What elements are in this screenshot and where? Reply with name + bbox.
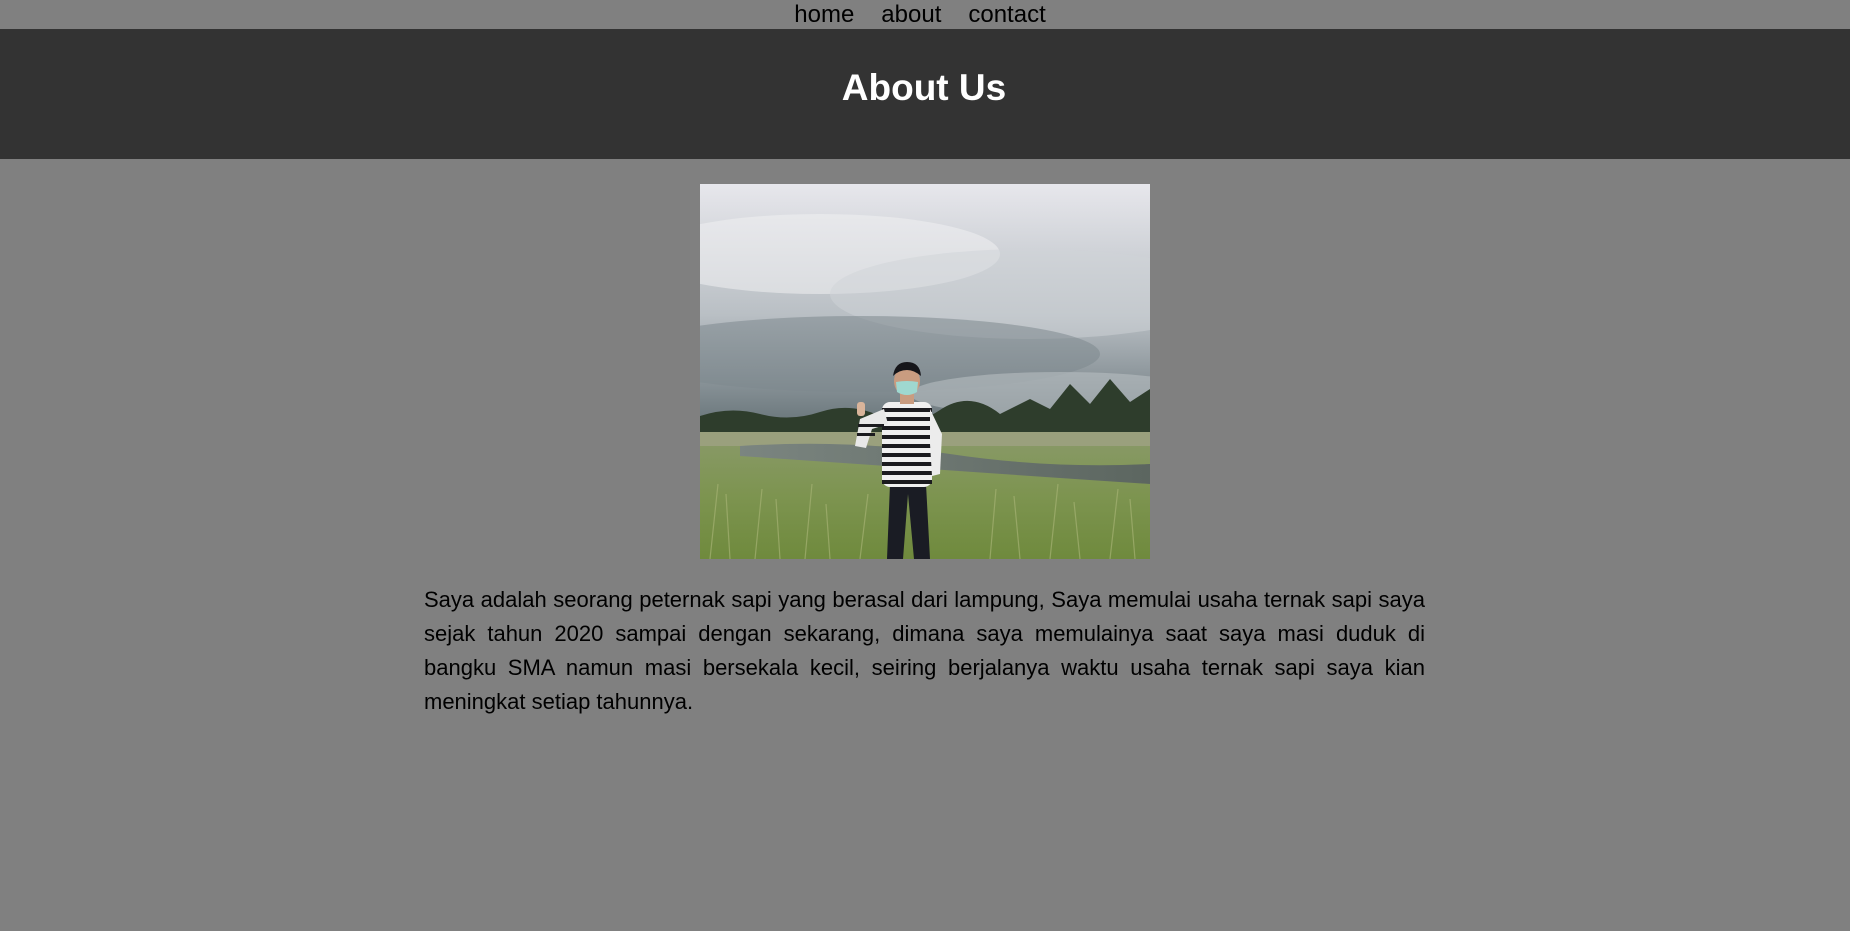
nav-link-about[interactable]: about (881, 0, 941, 29)
nav-list: home about contact (794, 0, 1046, 29)
about-description: Saya adalah seorang peternak sapi yang b… (424, 587, 1425, 714)
page-title: About Us (841, 67, 1007, 108)
hero-banner: About Us (0, 29, 1850, 159)
nav-item-about: about (881, 0, 941, 29)
nav-item-home: home (794, 0, 854, 29)
page: home about contact About Us Saya adalah … (0, 0, 1850, 932)
nav-item-contact: contact (968, 0, 1045, 29)
nav-link-contact[interactable]: contact (968, 0, 1045, 29)
top-navigation: home about contact (0, 0, 1850, 29)
nav-link-home[interactable]: home (794, 0, 854, 29)
profile-photo-illustration (700, 184, 1150, 559)
profile-photo (700, 184, 1150, 559)
